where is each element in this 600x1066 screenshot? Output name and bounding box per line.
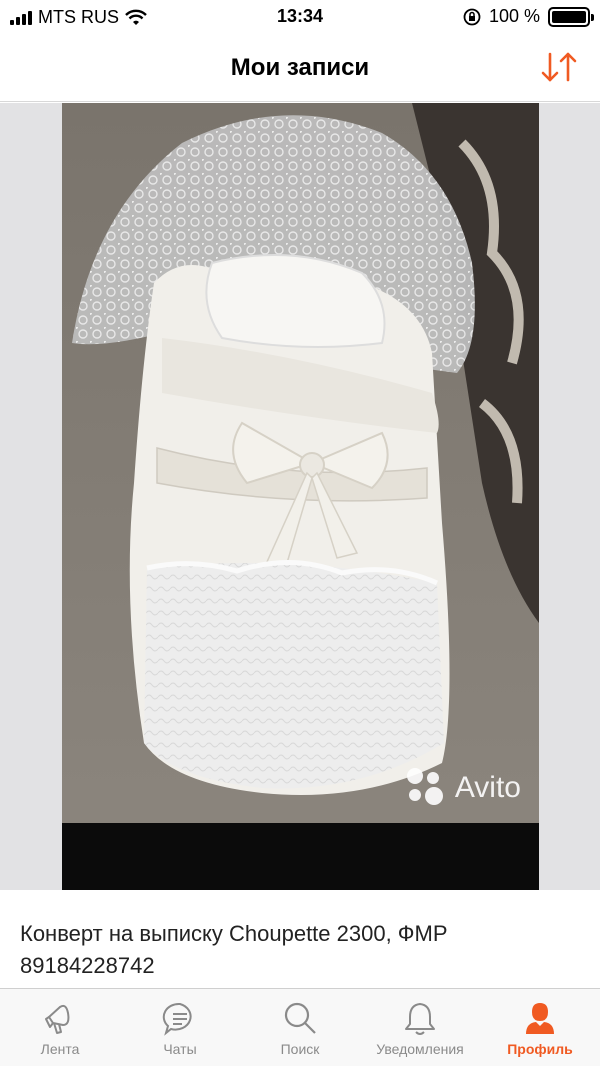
tab-search[interactable]: Поиск: [240, 989, 360, 1066]
tab-notifications[interactable]: Уведомления: [360, 989, 480, 1066]
listing-photo-area[interactable]: Avito: [0, 103, 600, 890]
tab-profile-label: Профиль: [507, 1041, 573, 1057]
page-title: Мои записи: [230, 54, 370, 81]
orientation-lock-icon: [463, 8, 481, 25]
avito-logo-icon: [406, 768, 447, 808]
search-icon: [284, 1002, 316, 1034]
tab-bar: Лента Чаты Поиск Уведомления Профиль: [0, 988, 600, 1066]
tab-profile[interactable]: Профиль: [480, 989, 600, 1066]
avito-watermark: Avito: [406, 768, 521, 808]
tab-feed-label: Лента: [40, 1041, 80, 1057]
listing-photo[interactable]: Avito: [62, 103, 539, 890]
avito-watermark-text: Avito: [454, 771, 521, 804]
status-bar: MTS RUS 13:34 100 %: [0, 0, 600, 36]
navigation-bar: Мои записи: [0, 36, 600, 102]
sort-arrows-icon[interactable]: [540, 50, 578, 84]
battery-percent: 100 %: [488, 6, 540, 26]
profile-icon: [526, 1003, 554, 1034]
tab-notifications-label: Уведомления: [376, 1041, 464, 1057]
megaphone-icon: [45, 1004, 70, 1034]
chat-bubble-icon: [162, 1002, 192, 1036]
battery-icon: [548, 6, 594, 27]
tab-chats-label: Чаты: [163, 1041, 197, 1057]
bell-icon: [405, 1003, 435, 1035]
tab-feed[interactable]: Лента: [0, 989, 120, 1066]
tab-chats[interactable]: Чаты: [120, 989, 240, 1066]
tab-search-label: Поиск: [280, 1041, 320, 1057]
listing-title[interactable]: Конверт на выписку Choupette 2300, ФМР 8…: [0, 890, 600, 988]
